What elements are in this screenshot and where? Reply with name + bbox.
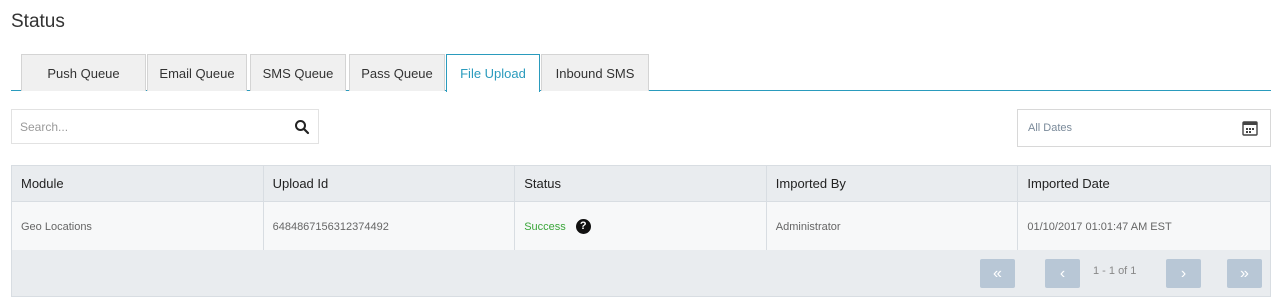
date-filter-label: All Dates: [1028, 122, 1073, 134]
search-input[interactable]: [12, 110, 282, 143]
first-page-button[interactable]: «: [980, 259, 1015, 288]
table-header: Module Upload Id Status Imported By Impo…: [12, 166, 1270, 202]
header-status[interactable]: Status: [515, 166, 767, 201]
prev-page-button[interactable]: ‹: [1045, 259, 1080, 288]
tab-email-queue[interactable]: Email Queue: [147, 54, 247, 91]
tab-push-queue[interactable]: Push Queue: [21, 54, 146, 91]
calendar-icon[interactable]: [1242, 120, 1258, 136]
cell-imported-by: Administrator: [767, 202, 1019, 251]
table-row[interactable]: Geo Locations 6484867156312374492 Succes…: [12, 202, 1270, 251]
header-imported-date[interactable]: Imported Date: [1018, 166, 1270, 201]
last-page-button[interactable]: »: [1227, 259, 1262, 288]
tab-bar: Push Queue Email Queue SMS Queue Pass Qu…: [11, 54, 1271, 92]
help-icon[interactable]: ?: [575, 219, 591, 234]
tab-file-upload[interactable]: File Upload: [446, 54, 540, 92]
pagination-info: 1 - 1 of 1: [1093, 265, 1137, 277]
cell-module: Geo Locations: [12, 202, 264, 251]
page-title: Status: [11, 11, 65, 32]
next-page-button[interactable]: ›: [1166, 259, 1201, 288]
date-filter[interactable]: All Dates: [1017, 109, 1271, 147]
cell-imported-date: 01/10/2017 01:01:47 AM EST: [1027, 220, 1172, 233]
upload-table: Module Upload Id Status Imported By Impo…: [11, 165, 1271, 252]
cell-status: Success ?: [515, 202, 767, 251]
status-success-text: Success: [524, 220, 566, 233]
search-icon[interactable]: [294, 119, 310, 135]
header-module[interactable]: Module: [12, 166, 264, 201]
tab-inbound-sms[interactable]: Inbound SMS: [541, 54, 649, 91]
pagination: « ‹ 1 - 1 of 1 › »: [11, 250, 1271, 297]
header-imported-by[interactable]: Imported By: [767, 166, 1019, 201]
header-upload-id[interactable]: Upload Id: [264, 166, 516, 201]
search-box: [11, 109, 319, 144]
cell-upload-id: 6484867156312374492: [264, 202, 516, 251]
tab-sms-queue[interactable]: SMS Queue: [250, 54, 346, 91]
tab-pass-queue[interactable]: Pass Queue: [349, 54, 445, 91]
